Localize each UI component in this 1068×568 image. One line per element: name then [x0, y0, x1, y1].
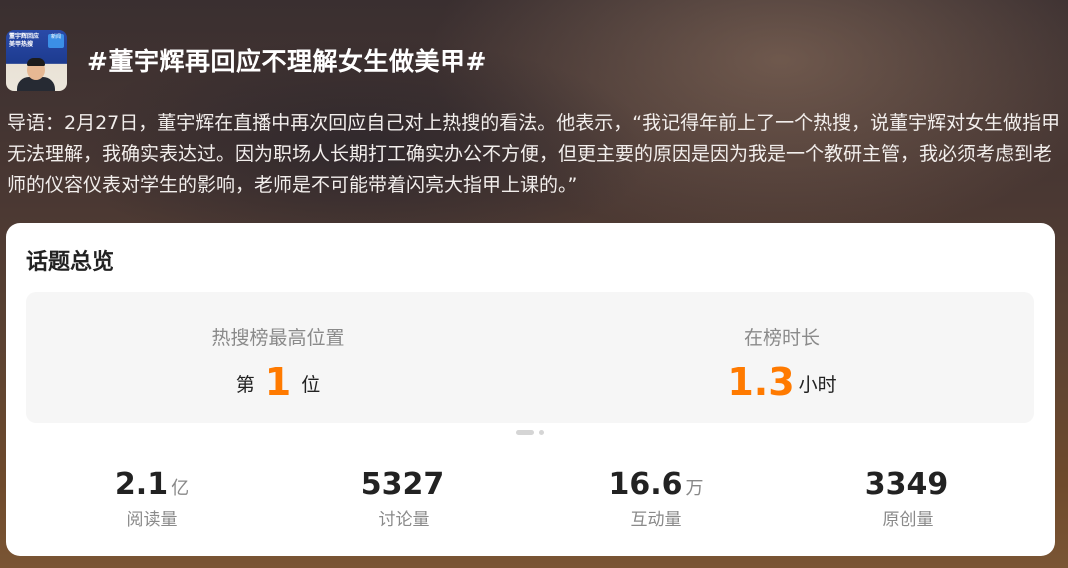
duration-label: 在榜时长 — [743, 327, 820, 349]
rank-label: 热搜榜最高位置 — [211, 327, 345, 349]
stat-discussions-label: 讨论量 — [378, 510, 430, 530]
duration-suffix: 小时 — [798, 374, 837, 396]
stat-interactions: 16.6 万 互动量 — [530, 467, 782, 537]
duration-summary: 在榜时长 1.3 小时 — [530, 292, 1034, 423]
summary-panel: 热搜榜最高位置 第1位 在榜时长 1.3 小时 — [26, 292, 1034, 423]
thumbnail-person-hair — [27, 57, 45, 66]
rank-summary: 热搜榜最高位置 第1位 — [26, 292, 530, 423]
topic-title[interactable]: #董宇辉再回应不理解女生做美甲# — [87, 42, 487, 78]
carousel-indicator[interactable] — [516, 430, 544, 435]
carousel-dot-active[interactable] — [516, 430, 534, 435]
stat-interactions-unit: 万 — [685, 478, 704, 499]
stat-originals: 3349 原创量 — [782, 467, 1034, 537]
rank-value-line: 第1位 — [26, 360, 530, 404]
stat-reads: 2.1 亿 阅读量 — [26, 467, 278, 537]
stat-discussions: 5327 讨论量 — [278, 467, 530, 537]
stat-reads-label: 阅读量 — [126, 510, 178, 530]
duration-value-line: 1.3 小时 — [530, 360, 1034, 404]
overview-title: 话题总览 — [26, 250, 115, 275]
stats-row: 2.1 亿 阅读量 5327 讨论量 16.6 万 互动量 3349 原创量 — [26, 467, 1034, 537]
stat-originals-value: 3349 — [864, 467, 949, 502]
topic-header: 董宇辉回应美甲热搜 新闻 #董宇辉再回应不理解女生做美甲# — [6, 28, 487, 92]
stat-reads-value: 2.1 — [114, 467, 169, 502]
stat-originals-label: 原创量 — [882, 510, 934, 530]
stat-discussions-value: 5327 — [360, 467, 445, 502]
carousel-dot[interactable] — [539, 430, 544, 435]
rank-prefix: 第 — [235, 374, 255, 396]
duration-value: 1.3 — [727, 360, 795, 404]
thumbnail-badge: 新闻 — [48, 33, 64, 48]
rank-value: 1 — [264, 360, 292, 404]
topic-intro: 导语：2月27日，董宇辉在直播中再次回应自己对上热搜的看法。他表示，“我记得年前… — [7, 112, 1061, 196]
stat-interactions-label: 互动量 — [630, 510, 682, 530]
thumbnail-caption: 董宇辉回应美甲热搜 — [9, 32, 40, 48]
stat-reads-unit: 亿 — [171, 478, 190, 499]
stat-interactions-value: 16.6 — [608, 467, 683, 502]
rank-suffix: 位 — [301, 374, 321, 396]
overview-card: 话题总览 热搜榜最高位置 第1位 在榜时长 1.3 小时 2.1 亿 阅读量 532… — [6, 223, 1055, 556]
topic-thumbnail[interactable]: 董宇辉回应美甲热搜 新闻 — [6, 29, 67, 91]
